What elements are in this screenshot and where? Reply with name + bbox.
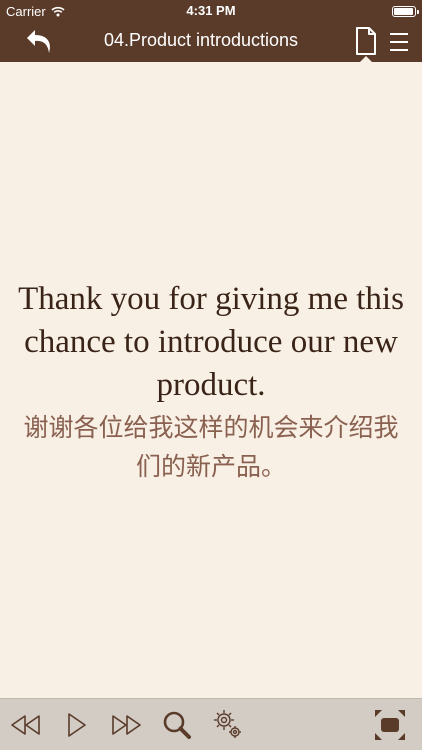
slide-content: Thank you for giving me this chance to i… — [0, 62, 422, 698]
undo-arrow-icon — [24, 26, 58, 56]
document-icon — [355, 27, 377, 55]
play-icon — [58, 707, 94, 743]
navigation-bar: 04.Product introductions — [0, 22, 422, 62]
page-view-button[interactable] — [355, 27, 377, 55]
fullscreen-icon — [372, 707, 408, 743]
back-button[interactable] — [24, 26, 58, 56]
search-button[interactable] — [159, 707, 195, 743]
english-sentence: Thank you for giving me this chance to i… — [18, 281, 404, 403]
hamburger-menu-icon — [388, 30, 410, 54]
fullscreen-button[interactable] — [372, 707, 408, 743]
page-title: 04.Product introductions — [103, 30, 299, 50]
menu-button[interactable] — [388, 30, 410, 54]
fast-forward-icon — [108, 707, 144, 743]
status-time: 4:31 PM — [186, 3, 236, 18]
battery-icon — [392, 6, 419, 17]
play-button[interactable] — [58, 707, 94, 743]
rewind-button[interactable] — [8, 707, 44, 743]
settings-button[interactable] — [210, 707, 246, 743]
chinese-sentence: 谢谢各位给我这样的机会来介绍我们的新产品。 — [23, 413, 399, 481]
fast-forward-button[interactable] — [108, 707, 144, 743]
settings-icon — [210, 707, 246, 743]
search-icon — [159, 707, 195, 743]
rewind-icon — [8, 707, 44, 743]
top-bar: Carrier 4:31 PM 04.Product introductions — [0, 0, 422, 62]
status-bar: Carrier 4:31 PM — [0, 0, 422, 22]
bottom-toolbar — [0, 698, 422, 750]
